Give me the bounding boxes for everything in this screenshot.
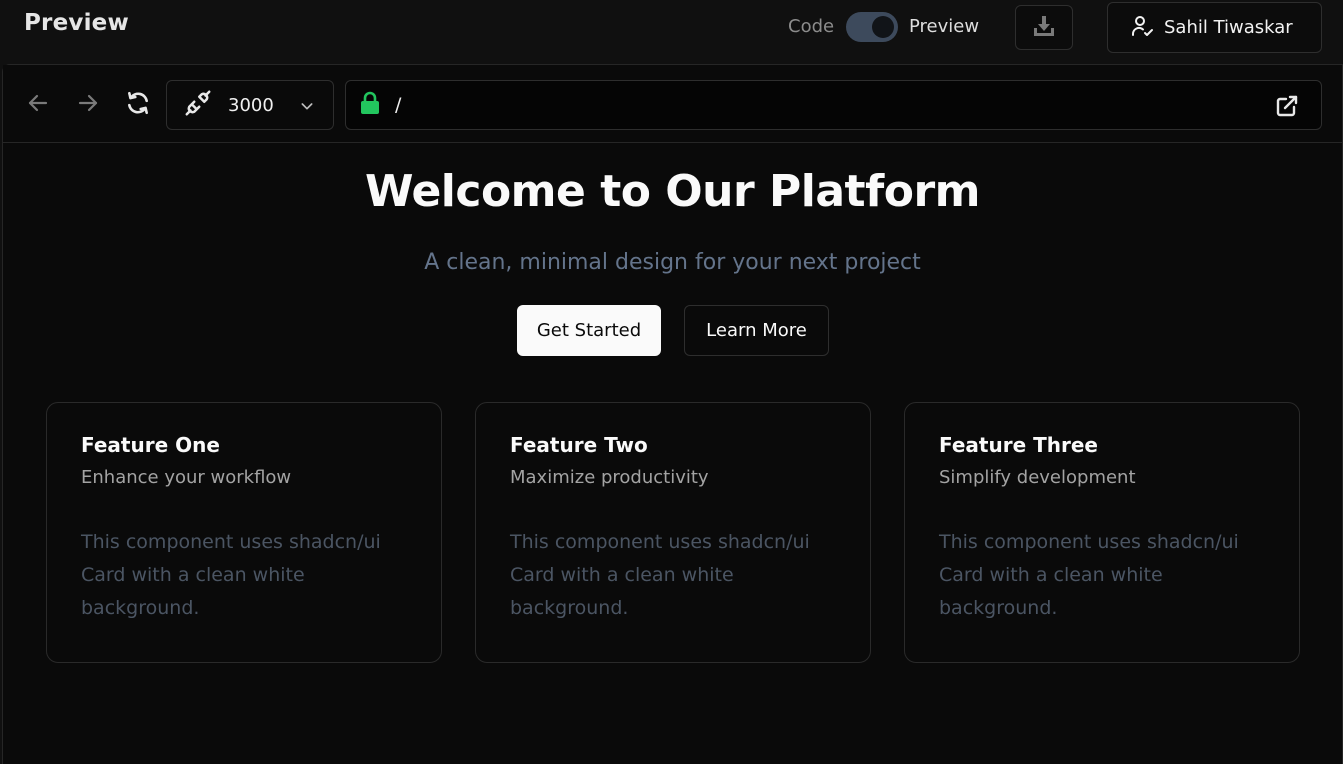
get-started-button[interactable]: Get Started [517,305,661,356]
user-check-icon [1130,14,1154,42]
feature-card-two: Feature Two Maximize productivity This c… [475,402,871,663]
app-title: Preview [24,10,129,36]
card-title: Feature One [81,433,220,457]
lock-icon [359,91,381,119]
code-preview-toggle[interactable] [846,12,898,42]
chevron-down-icon [299,98,315,118]
toggle-knob [872,16,894,38]
external-link-icon[interactable] [1275,94,1299,122]
port-select[interactable]: 3000 [166,80,334,130]
arrow-right-icon [76,91,100,119]
feature-card-one: Feature One Enhance your workflow This c… [46,402,442,663]
card-body: This component uses shadcn/ui Card with … [510,531,810,619]
preview-content: Welcome to Our Platform A clean, minimal… [3,144,1342,764]
user-menu-button[interactable]: Sahil Tiwaskar [1107,2,1322,53]
card-title: Feature Three [939,433,1098,457]
refresh-icon [125,90,151,120]
card-description: Enhance your workflow [81,467,292,488]
card-description: Simplify development [939,467,1136,488]
refresh-button[interactable] [125,90,151,120]
card-body: This component uses shadcn/ui Card with … [81,531,381,619]
learn-more-button[interactable]: Learn More [684,305,829,356]
forward-button[interactable] [75,92,101,118]
url-bar[interactable]: / [345,80,1322,130]
plug-icon [183,88,213,122]
port-value: 3000 [228,94,274,116]
download-icon [1032,14,1056,42]
mode-preview-label[interactable]: Preview [909,16,979,37]
card-description: Maximize productivity [510,467,709,488]
mode-code-label[interactable]: Code [788,16,834,37]
back-button[interactable] [25,92,51,118]
feature-card-three: Feature Three Simplify development This … [904,402,1300,663]
card-title: Feature Two [510,433,648,457]
hero-title: Welcome to Our Platform [364,166,981,217]
browser-navbar: 3000 / [3,65,1342,143]
hero-subtitle: A clean, minimal design for your next pr… [424,250,921,275]
arrow-left-icon [26,91,50,119]
top-bar: Preview Code Preview Sahil Tiwaskar [0,0,1343,64]
url-path: / [395,94,402,116]
preview-frame: 3000 / Welcome to Our Platform A clean, … [2,64,1343,764]
user-name: Sahil Tiwaskar [1164,17,1293,38]
card-body: This component uses shadcn/ui Card with … [939,531,1239,619]
download-button[interactable] [1015,5,1073,50]
